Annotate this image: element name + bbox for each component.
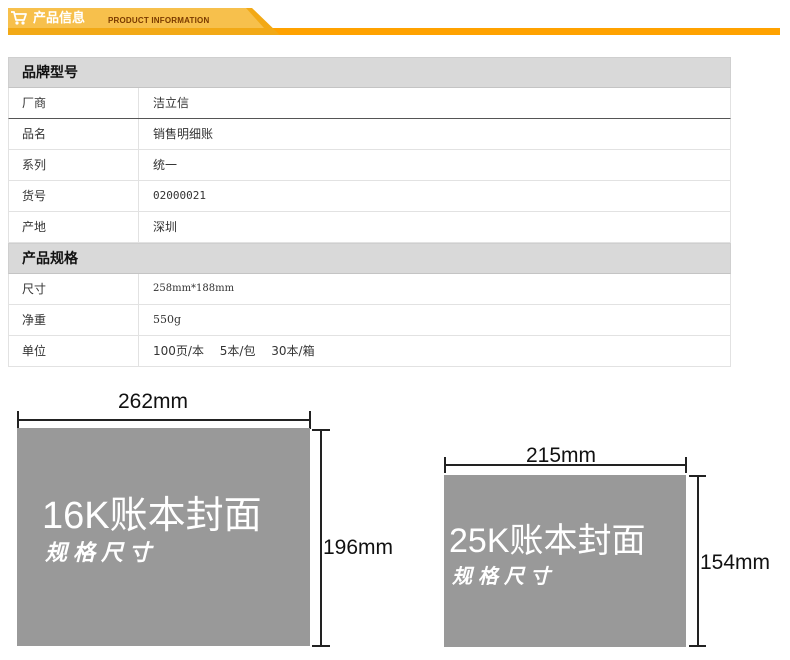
- row-value: 统一: [153, 158, 178, 172]
- column-divider: [138, 336, 139, 366]
- height-tick-bottom: [689, 645, 706, 647]
- column-divider: [138, 88, 139, 118]
- column-divider: [138, 150, 139, 180]
- row-key: 单位: [22, 344, 47, 358]
- spec-section-title: 产品规格: [8, 243, 731, 274]
- row-key: 系列: [22, 158, 47, 172]
- column-divider: [138, 212, 139, 242]
- table-row: 净重 550g: [8, 305, 731, 336]
- height-tick-top: [312, 429, 330, 431]
- section-header: 产品信息 PRODUCT INFORMATION: [8, 8, 780, 38]
- width-tick-right: [309, 411, 311, 429]
- table-row: 品名 销售明细账: [8, 119, 731, 150]
- height-tick-bottom: [312, 645, 330, 647]
- cover-25k: [444, 475, 686, 647]
- height-dimension-line: [320, 429, 322, 647]
- table-row: 尺寸 258mm*188mm: [8, 274, 731, 305]
- width-label: 262mm: [118, 390, 189, 413]
- height-dimension-line: [697, 475, 699, 647]
- column-divider: [138, 119, 139, 149]
- row-key: 厂商: [22, 96, 47, 110]
- brand-section-title: 品牌型号: [8, 57, 731, 88]
- cover-16k: [17, 428, 310, 646]
- column-divider: [138, 305, 139, 335]
- height-tick-top: [689, 475, 706, 477]
- cover-25k-title: 25K账本封面: [449, 522, 646, 560]
- row-value: 深圳: [153, 220, 178, 234]
- height-label: 196mm: [323, 536, 394, 559]
- column-divider: [138, 274, 139, 304]
- row-key: 品名: [22, 127, 47, 141]
- cart-icon: [11, 11, 27, 25]
- row-value: 洁立信: [153, 96, 190, 110]
- table-row: 厂商 洁立信: [8, 88, 731, 119]
- width-dimension-line: [17, 419, 311, 421]
- row-value: 02000021: [153, 189, 206, 202]
- row-key: 产地: [22, 220, 47, 234]
- row-value: 550g: [153, 313, 182, 326]
- column-divider: [138, 181, 139, 211]
- spec-table: 品牌型号 厂商 洁立信 品名 销售明细账 系列 统一 货号 02000021 产…: [8, 57, 731, 367]
- width-tick-right: [685, 457, 687, 473]
- header-subtitle: PRODUCT INFORMATION: [108, 16, 210, 25]
- row-value: 100页/本 5本/包 30本/箱: [153, 344, 315, 358]
- row-value: 258mm*188mm: [153, 283, 235, 294]
- cover-25k-subtitle: 规格尺寸: [452, 564, 556, 588]
- table-row: 系列 统一: [8, 150, 731, 181]
- width-tick-left: [444, 457, 446, 473]
- row-value: 销售明细账: [153, 127, 214, 141]
- row-key: 货号: [22, 189, 47, 203]
- width-tick-left: [17, 411, 19, 429]
- header-title: 产品信息: [33, 11, 86, 26]
- row-key: 净重: [22, 313, 47, 327]
- cover-16k-subtitle: 规格尺寸: [45, 540, 158, 566]
- cover-16k-title: 16K账本封面: [42, 495, 262, 537]
- height-label: 154mm: [700, 551, 771, 574]
- row-key: 尺寸: [22, 282, 47, 296]
- table-row: 货号 02000021: [8, 181, 731, 212]
- table-row: 产地 深圳: [8, 212, 731, 243]
- table-row: 单位 100页/本 5本/包 30本/箱: [8, 336, 731, 367]
- width-dimension-line: [444, 464, 687, 466]
